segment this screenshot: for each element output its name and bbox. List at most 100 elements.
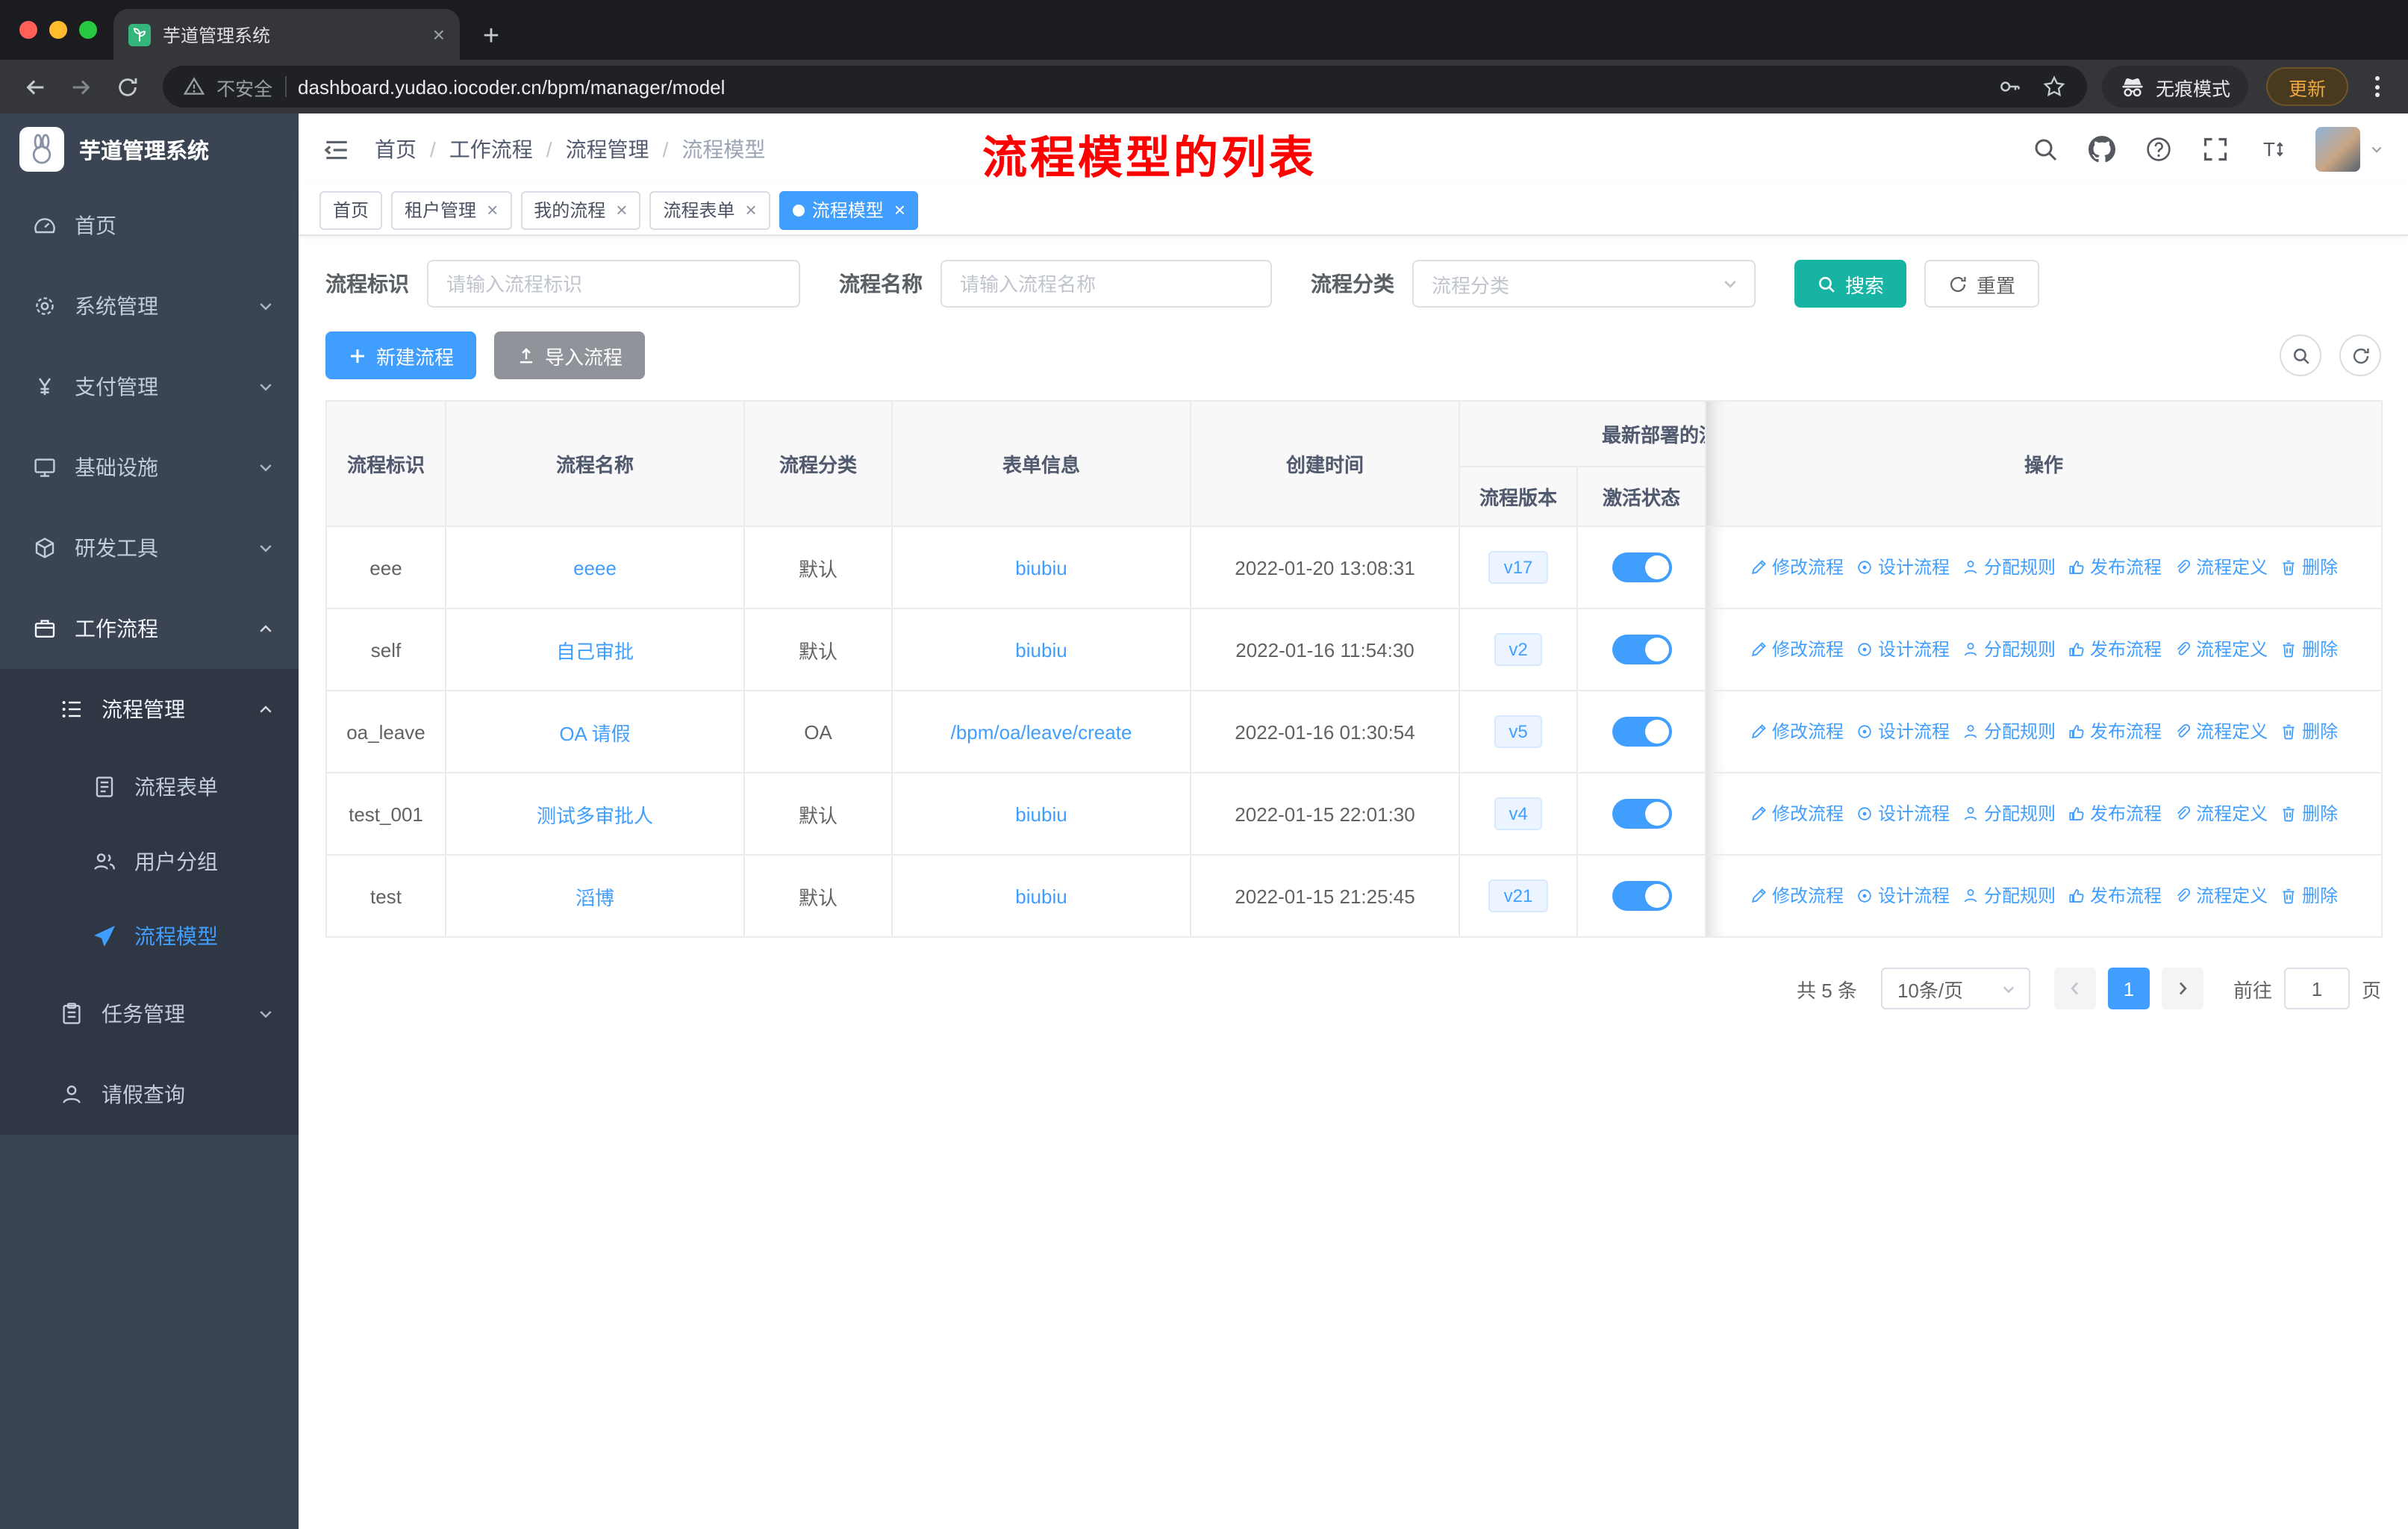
version-badge[interactable]: v5 — [1494, 715, 1543, 748]
breadcrumb-item[interactable]: 工作流程 — [449, 134, 533, 164]
close-window-button[interactable] — [19, 21, 37, 39]
sidebar-item-infrastructure[interactable]: 基础设施 — [0, 427, 299, 508]
publish-process-link[interactable]: 发布流程 — [2068, 801, 2162, 826]
fullscreen-icon[interactable] — [2202, 136, 2229, 163]
modify-process-link[interactable]: 修改流程 — [1750, 883, 1844, 909]
update-button[interactable]: 更新 — [2265, 67, 2348, 106]
publish-process-link[interactable]: 发布流程 — [2068, 719, 2162, 744]
sidebar-logo[interactable]: 芋道管理系统 — [0, 113, 299, 185]
reload-button[interactable] — [107, 66, 148, 107]
font-size-icon[interactable]: T — [2259, 136, 2286, 163]
model-name-link[interactable]: eeee — [573, 556, 617, 579]
design-process-link[interactable]: 设计流程 — [1856, 719, 1950, 744]
page-size-select[interactable]: 10条/页 — [1880, 968, 2030, 1009]
assign-rule-link[interactable]: 分配规则 — [1962, 555, 2056, 580]
reset-button[interactable]: 重置 — [1924, 260, 2040, 308]
goto-page-input[interactable] — [2283, 968, 2350, 1009]
modify-process-link[interactable]: 修改流程 — [1750, 719, 1844, 744]
sidebar-item-dev-tools[interactable]: 研发工具 — [0, 508, 299, 588]
filter-select-category[interactable]: 流程分类 — [1412, 260, 1756, 308]
breadcrumb-item[interactable]: 首页 — [375, 134, 417, 164]
design-process-link[interactable]: 设计流程 — [1856, 883, 1950, 909]
delete-link[interactable]: 删除 — [2280, 719, 2338, 744]
model-form-link[interactable]: biubiu — [1015, 885, 1067, 907]
avatar[interactable] — [2315, 127, 2360, 172]
delete-link[interactable]: 删除 — [2280, 883, 2338, 909]
sidebar-item-process-form[interactable]: 流程表单 — [0, 750, 299, 824]
publish-process-link[interactable]: 发布流程 — [2068, 637, 2162, 662]
version-badge[interactable]: v2 — [1494, 633, 1543, 666]
next-page-button[interactable] — [2161, 968, 2203, 1009]
sidebar-item-process-management[interactable]: 流程管理 — [0, 669, 299, 750]
process-definition-link[interactable]: 流程定义 — [2174, 637, 2268, 662]
tab-process-form[interactable]: 流程表单 × — [649, 190, 770, 229]
toggle-search-button[interactable] — [2280, 334, 2321, 376]
design-process-link[interactable]: 设计流程 — [1856, 555, 1950, 580]
version-badge[interactable]: v4 — [1494, 797, 1543, 830]
delete-link[interactable]: 删除 — [2280, 801, 2338, 826]
publish-process-link[interactable]: 发布流程 — [2068, 555, 2162, 580]
assign-rule-link[interactable]: 分配规则 — [1962, 801, 2056, 826]
process-definition-link[interactable]: 流程定义 — [2174, 719, 2268, 744]
security-label[interactable]: 不安全 — [216, 72, 272, 101]
sidebar-item-payment-management[interactable]: 支付管理 — [0, 346, 299, 427]
model-form-link[interactable]: biubiu — [1015, 638, 1067, 661]
browser-menu-icon[interactable] — [2360, 66, 2393, 107]
tab-process-model[interactable]: 流程模型 × — [779, 190, 919, 229]
active-toggle[interactable] — [1612, 799, 1671, 829]
active-toggle[interactable] — [1612, 717, 1671, 747]
model-name-link[interactable]: OA 请假 — [559, 722, 630, 744]
delete-link[interactable]: 删除 — [2280, 555, 2338, 580]
modify-process-link[interactable]: 修改流程 — [1750, 555, 1844, 580]
publish-process-link[interactable]: 发布流程 — [2068, 883, 2162, 909]
refresh-table-button[interactable] — [2339, 334, 2381, 376]
active-toggle[interactable] — [1612, 635, 1671, 664]
modify-process-link[interactable]: 修改流程 — [1750, 801, 1844, 826]
bookmark-star-icon[interactable] — [2042, 75, 2066, 99]
address-bar[interactable]: 不安全 dashboard.yudao.iocoder.cn/bpm/manag… — [163, 66, 2087, 108]
filter-input-name[interactable] — [941, 260, 1272, 308]
model-name-link[interactable]: 滔博 — [576, 886, 614, 909]
tag-close-icon[interactable]: × — [746, 200, 757, 219]
tab-close-icon[interactable]: × — [433, 24, 445, 45]
forward-button[interactable] — [61, 66, 102, 107]
tab-my-process[interactable]: 我的流程 × — [520, 190, 641, 229]
tag-close-icon[interactable]: × — [487, 200, 498, 219]
process-definition-link[interactable]: 流程定义 — [2174, 555, 2268, 580]
model-form-link[interactable]: biubiu — [1015, 556, 1067, 579]
model-name-link[interactable]: 自己审批 — [556, 640, 634, 662]
zoom-window-button[interactable] — [79, 21, 97, 39]
browser-tab[interactable]: 芋道管理系统 × — [113, 9, 460, 60]
tag-close-icon[interactable]: × — [894, 200, 905, 219]
prev-page-button[interactable] — [2053, 968, 2096, 1009]
model-name-link[interactable]: 测试多审批人 — [537, 804, 653, 826]
sidebar-item-leave-query[interactable]: 请假查询 — [0, 1054, 299, 1135]
sidebar-fold-icon[interactable] — [322, 135, 351, 164]
minimize-window-button[interactable] — [49, 21, 67, 39]
design-process-link[interactable]: 设计流程 — [1856, 637, 1950, 662]
active-toggle[interactable] — [1612, 881, 1671, 911]
sidebar-item-user-group[interactable]: 用户分组 — [0, 824, 299, 899]
user-menu[interactable] — [2315, 127, 2384, 172]
tag-close-icon[interactable]: × — [616, 200, 627, 219]
version-badge[interactable]: v21 — [1488, 879, 1548, 912]
sidebar-item-system-management[interactable]: 系统管理 — [0, 266, 299, 346]
model-form-link[interactable]: biubiu — [1015, 803, 1067, 825]
back-button[interactable] — [15, 66, 55, 107]
sidebar-item-home[interactable]: 首页 — [0, 185, 299, 266]
assign-rule-link[interactable]: 分配规则 — [1962, 883, 2056, 909]
page-number-1[interactable]: 1 — [2107, 968, 2150, 1009]
model-form-link[interactable]: /bpm/oa/leave/create — [951, 720, 1132, 743]
version-badge[interactable]: v17 — [1488, 551, 1548, 584]
assign-rule-link[interactable]: 分配规则 — [1962, 719, 2056, 744]
sidebar-item-workflow[interactable]: 工作流程 — [0, 588, 299, 669]
new-tab-button[interactable]: + — [472, 15, 511, 60]
filter-input-key[interactable] — [427, 260, 800, 308]
sidebar-item-process-model[interactable]: 流程模型 — [0, 899, 299, 974]
url-text[interactable]: dashboard.yudao.iocoder.cn/bpm/manager/m… — [298, 75, 725, 98]
tab-tenant-management[interactable]: 租户管理 × — [391, 190, 512, 229]
search-icon[interactable] — [2032, 136, 2059, 163]
breadcrumb-item[interactable]: 流程管理 — [566, 134, 649, 164]
import-model-button[interactable]: 导入流程 — [494, 331, 646, 379]
modify-process-link[interactable]: 修改流程 — [1750, 637, 1844, 662]
